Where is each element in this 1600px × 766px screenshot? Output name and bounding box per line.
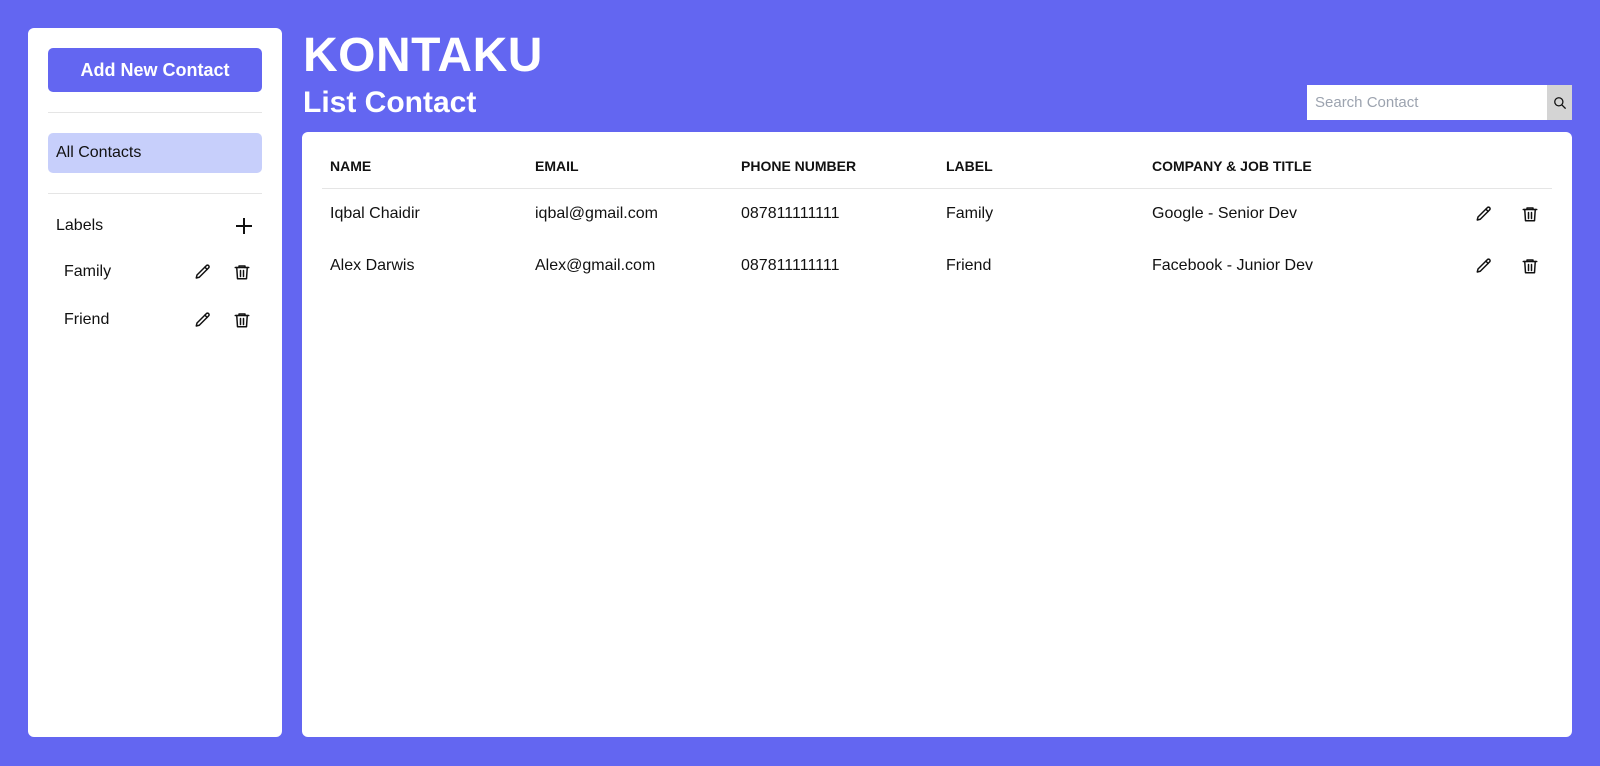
column-header-label: LABEL — [938, 144, 1144, 189]
divider — [48, 193, 262, 194]
column-header-actions — [1444, 144, 1552, 189]
cell-actions — [1444, 188, 1552, 240]
add-label-icon[interactable] — [234, 216, 254, 236]
labels-heading: Labels — [56, 217, 104, 234]
edit-contact-icon[interactable] — [1464, 254, 1504, 278]
labels-header: Labels — [48, 212, 262, 240]
table-row[interactable]: Alex Darwis Alex@gmail.com 087811111111 … — [322, 240, 1552, 292]
search-box — [1307, 85, 1572, 120]
label-name[interactable]: Family — [64, 263, 183, 281]
search-input[interactable] — [1307, 85, 1547, 120]
sidebar-label-friend: Friend — [48, 296, 262, 344]
cell-name: Alex Darwis — [330, 257, 415, 274]
page-title: List Contact — [303, 86, 477, 119]
search-button[interactable] — [1547, 85, 1572, 120]
cell-label: Friend — [946, 257, 992, 274]
delete-contact-icon[interactable] — [1510, 254, 1550, 278]
cell-company: Google - Senior Dev — [1152, 205, 1297, 223]
cell-label: Family — [946, 205, 994, 223]
cell-company: Facebook - Junior Dev — [1152, 257, 1313, 274]
divider — [48, 112, 262, 113]
edit-label-icon[interactable] — [183, 260, 223, 284]
column-header-email: EMAIL — [527, 144, 733, 189]
delete-contact-icon[interactable] — [1510, 202, 1550, 226]
contacts-panel: NAME EMAIL PHONE NUMBER LABEL COMPANY & … — [302, 132, 1572, 737]
sidebar-label-family: Family — [48, 248, 262, 296]
sidebar-item-all-contacts[interactable]: All Contacts — [48, 133, 262, 173]
search-icon — [1553, 96, 1566, 109]
edit-label-icon[interactable] — [183, 308, 223, 332]
app: Add New Contact All Contacts Labels Fami… — [0, 0, 1600, 766]
cell-phone: 087811111111 — [741, 205, 840, 223]
add-new-contact-button[interactable]: Add New Contact — [48, 48, 262, 92]
column-header-name: NAME — [322, 144, 527, 189]
contacts-table: NAME EMAIL PHONE NUMBER LABEL COMPANY & … — [322, 144, 1552, 292]
delete-label-icon[interactable] — [222, 260, 262, 284]
label-name[interactable]: Friend — [64, 311, 183, 329]
table-row[interactable]: Iqbal Chaidir iqbal@gmail.com 0878111111… — [322, 188, 1552, 240]
cell-email: Alex@gmail.com — [535, 257, 656, 274]
sidebar-item-label: All Contacts — [56, 144, 142, 161]
edit-contact-icon[interactable] — [1464, 202, 1504, 226]
cell-name: Iqbal Chaidir — [330, 205, 420, 223]
cell-actions — [1444, 240, 1552, 292]
column-header-company: COMPANY & JOB TITLE — [1144, 144, 1444, 189]
app-title: KONTAKU — [303, 29, 543, 82]
cell-email: iqbal@gmail.com — [535, 205, 658, 223]
column-header-phone: PHONE NUMBER — [733, 144, 938, 189]
delete-label-icon[interactable] — [222, 308, 262, 332]
table-header-row: NAME EMAIL PHONE NUMBER LABEL COMPANY & … — [322, 144, 1552, 189]
sidebar: Add New Contact All Contacts Labels Fami… — [28, 28, 282, 737]
cell-phone: 087811111111 — [741, 257, 840, 274]
